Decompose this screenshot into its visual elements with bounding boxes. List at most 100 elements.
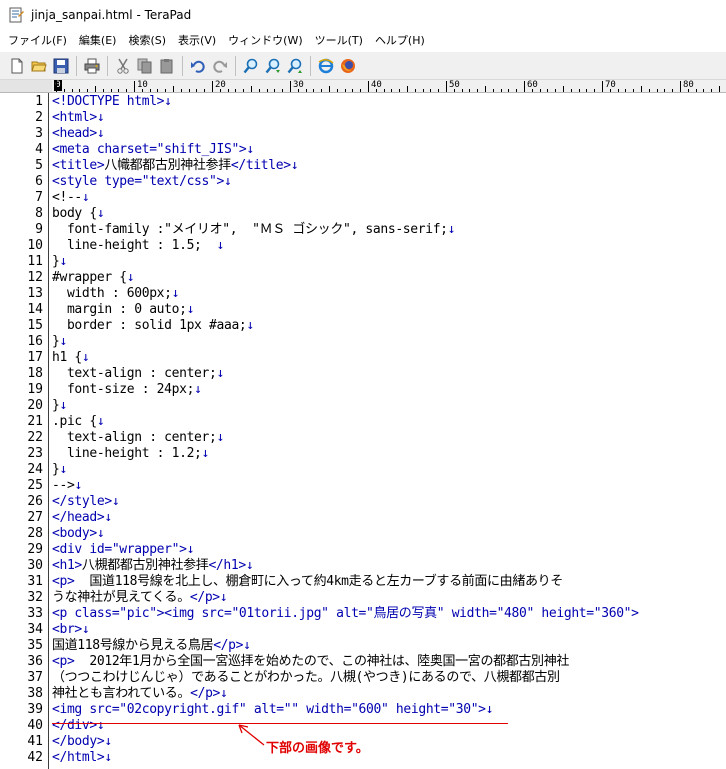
ruler-tick (680, 81, 681, 92)
copy-icon[interactable] (136, 57, 154, 75)
line-number: 21 (27, 414, 43, 429)
code-line: うな神社が見えてくる。</p>↓ (52, 590, 228, 605)
ruler-tick (570, 89, 572, 92)
code-line: <img src="02copyright.gif" alt="" width=… (52, 702, 494, 717)
ruler-tick (492, 89, 494, 92)
ruler-tick (258, 89, 260, 92)
ruler-tick (672, 89, 674, 92)
ruler-tick (321, 89, 323, 92)
ruler-tick (102, 89, 104, 92)
code-line: <p> 国道118号線を北上し、棚倉町に入って約4km走ると左カーブする前面に由… (52, 574, 563, 589)
search-next-icon[interactable] (264, 57, 282, 75)
ruler-tick (563, 86, 564, 92)
line-number: 39 (27, 702, 43, 717)
editor-line: 8 body {↓ (0, 206, 726, 222)
code-line: }↓ (52, 254, 67, 269)
code-line: <html>↓ (52, 110, 105, 125)
line-number: 35 (27, 638, 43, 653)
ruler-tick (641, 86, 642, 92)
code-line: line-height : 1.2;↓ (52, 446, 210, 461)
text-editor[interactable]: 1 <!DOCTYPE html>↓ 2 <html>↓ 3 <head>↓ 4 <meta … (0, 93, 726, 769)
save-icon[interactable] (52, 57, 70, 75)
redo-icon[interactable] (211, 57, 229, 75)
ruler-tick (141, 89, 143, 92)
ruler-tick (79, 89, 81, 92)
toolbar-separator (182, 55, 183, 76)
annotation-text: 下部の画像です。 (266, 741, 369, 756)
open-folder-icon[interactable] (30, 57, 48, 75)
line-number: 23 (27, 446, 43, 461)
line-number: 19 (27, 382, 43, 397)
code-line: }↓ (52, 334, 67, 349)
editor-line: 28 <body>↓ (0, 526, 726, 542)
ruler-tick (453, 89, 455, 92)
code-line: <div id="wrapper">↓ (52, 542, 195, 557)
editor-line: 26 </style>↓ (0, 494, 726, 510)
ruler-tick (126, 89, 128, 92)
ruler-tick (430, 89, 432, 92)
window-title: jinja_sanpai.html - TeraPad (31, 7, 192, 22)
line-number: 9 (35, 222, 43, 237)
ruler-tick (204, 89, 206, 92)
ruler-tick (219, 89, 221, 92)
editor-line: 32 うな神社が見えてくる。</p>↓ (0, 590, 726, 606)
code-line: <body>↓ (52, 526, 105, 541)
code-line: font-family :"メイリオ", "ＭＳ ゴシック", sans-ser… (52, 222, 456, 237)
cut-icon[interactable] (114, 57, 132, 75)
menu-search[interactable]: 検索(S) (122, 30, 172, 52)
undo-icon[interactable] (189, 57, 207, 75)
code-line: #wrapper {↓ (52, 270, 135, 285)
toolbar (0, 52, 726, 80)
editor-line: 16 }↓ (0, 334, 726, 350)
code-line: </head>↓ (52, 510, 112, 525)
search-icon[interactable] (242, 57, 260, 75)
editor-line: 13 width : 600px;↓ (0, 286, 726, 302)
editor-line: 35 国道118号線から見える鳥居</p>↓ (0, 638, 726, 654)
ruler-tick (251, 86, 252, 92)
ruler-tick (687, 89, 689, 92)
line-number: 17 (27, 350, 43, 365)
ruler-corner (0, 80, 52, 92)
line-number: 16 (27, 334, 43, 349)
menu-tools[interactable]: ツール(T) (309, 30, 369, 52)
line-number: 41 (27, 734, 43, 749)
editor-line: 10 line-height : 1.5; ↓ (0, 238, 726, 254)
menu-edit[interactable]: 編集(E) (73, 30, 123, 52)
line-number: 12 (27, 270, 43, 285)
line-number: 20 (27, 398, 43, 413)
line-number: 22 (27, 430, 43, 445)
menu-help[interactable]: ヘルプ(H) (369, 30, 431, 52)
code-line: </body>↓ (52, 734, 112, 749)
ruler-tick (274, 89, 276, 92)
line-number: 37 (27, 670, 43, 685)
ruler-tick (555, 89, 557, 92)
line-number: 33 (27, 606, 43, 621)
ruler-tick (173, 86, 174, 92)
code-line: .pic {↓ (52, 414, 105, 429)
menu-file[interactable]: ファイル(F) (0, 30, 73, 52)
ruler-tick (110, 89, 112, 92)
terapad-app-icon[interactable] (8, 7, 24, 23)
editor-line: 37 （つつこわけじんじゃ）であることがわかった。八槻(やつき)にあるので、八槻都… (0, 670, 726, 686)
search-prev-icon[interactable] (286, 57, 304, 75)
code-line: width : 600px;↓ (52, 286, 180, 301)
ie-browser-icon[interactable] (317, 57, 335, 75)
code-line: <p> 2012年1月から全国一宮巡拝を始めたので、この神社は、陸奥国一宮の都都… (52, 654, 570, 669)
ruler-tick (63, 89, 65, 92)
menu-window[interactable]: ウィンドウ(W) (222, 30, 308, 52)
line-number: 29 (27, 542, 43, 557)
new-file-icon[interactable] (8, 57, 26, 75)
annotation-arrow (238, 724, 265, 746)
ruler-tick (477, 89, 479, 92)
toolbar-separator (76, 55, 77, 76)
menu-view[interactable]: 表示(V) (172, 30, 222, 52)
print-icon[interactable] (83, 57, 101, 75)
firefox-browser-icon[interactable] (339, 57, 357, 75)
editor-line: 4 <meta charset="shift_JIS">↓ (0, 142, 726, 158)
editor-line: 6 <style type="text/css">↓ (0, 174, 726, 190)
ruler-tick (414, 89, 416, 92)
code-line: <!DOCTYPE html>↓ (52, 94, 172, 109)
paste-icon[interactable] (158, 57, 176, 75)
editor-line: 11}↓ (0, 254, 726, 270)
editor-line: 14 margin : 0 auto;↓ (0, 302, 726, 318)
